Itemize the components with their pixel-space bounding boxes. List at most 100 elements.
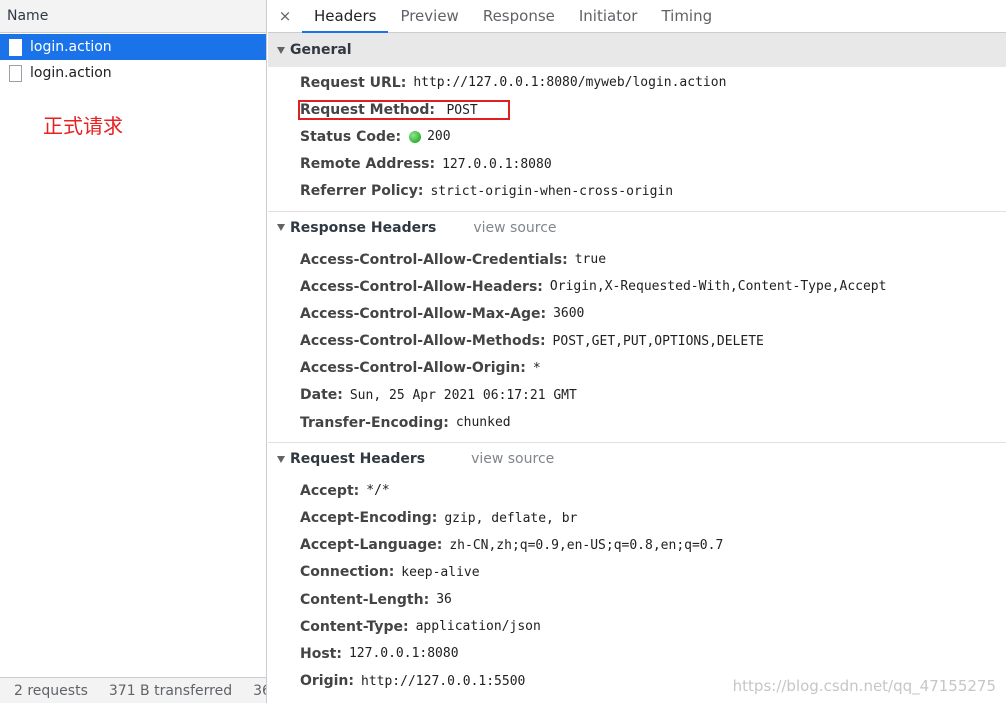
header-key: Connection: [300, 564, 395, 581]
header-value: 36 [436, 592, 452, 608]
header-row: Referrer Policy: strict-origin-when-cros… [300, 178, 1006, 205]
header-row: Host: 127.0.0.1:8080 [300, 640, 1006, 667]
header-row: Access-Control-Allow-Methods: POST,GET,PU… [300, 328, 1006, 355]
header-value: http://127.0.0.1:8080/myweb/login.action [413, 75, 727, 91]
header-value: gzip, deflate, br [444, 510, 578, 526]
header-value: POST,GET,PUT,OPTIONS,DELETE [552, 333, 764, 349]
response-headers-header[interactable]: Response Headers view source [268, 212, 1006, 244]
header-key: Accept: [300, 482, 360, 499]
name-column-header[interactable]: Name [0, 0, 266, 33]
request-details-panel: × Headers Preview Response Initiator Tim… [268, 0, 1006, 703]
header-row: Access-Control-Allow-Origin: * [300, 355, 1006, 382]
header-row: Status Code: 200 [300, 123, 1006, 150]
section-title: General [290, 42, 352, 58]
header-key: Request URL: [300, 74, 407, 91]
tab-initiator[interactable]: Initiator [567, 0, 650, 32]
request-name: login.action [30, 65, 112, 81]
request-name: login.action [30, 39, 112, 55]
transferred-size: 371 B transferred [108, 682, 233, 699]
header-value: chunked [455, 415, 511, 431]
response-headers-section: Response Headers view source Access-Cont… [268, 212, 1006, 444]
tab-headers[interactable]: Headers [302, 0, 389, 33]
header-row: Accept-Language: zh-CN,zh;q=0.9,en-US;q=0… [300, 532, 1006, 559]
document-icon [9, 64, 22, 82]
header-key: Request Method: [300, 101, 435, 118]
header-key: Accept-Encoding: [300, 510, 438, 527]
header-key: Access-Control-Allow-Headers: [300, 278, 543, 295]
section-title: Request Headers [290, 451, 426, 468]
triangle-down-icon [277, 455, 285, 463]
header-value: 127.0.0.1:8080 [442, 156, 552, 172]
header-row: Access-Control-Allow-Max-Age: 3600 [300, 300, 1006, 327]
status-bar: 2 requests 371 B transferred 36 [0, 677, 266, 703]
header-value: true [574, 252, 607, 268]
request-headers-section: Request Headers view source Accept: */* Ac… [268, 443, 1006, 701]
request-header-rows: Accept: */* Accept-Encoding: gzip, deflate,… [268, 475, 1006, 701]
header-key: Access-Control-Allow-Max-Age: [300, 305, 547, 322]
requests-count: 2 requests [14, 682, 88, 699]
header-value: strict-origin-when-cross-origin [430, 183, 674, 199]
header-key: Content-Type: [300, 618, 409, 635]
header-key: Content-Length: [300, 591, 430, 608]
header-row: Request Method: POST [298, 96, 1006, 123]
header-key: Origin: [300, 673, 354, 690]
general-section-header[interactable]: General [268, 33, 1006, 67]
header-row: Request URL: http://127.0.0.1:8080/myweb… [300, 69, 1006, 96]
header-value: 3600 [553, 306, 585, 322]
header-value: POST [446, 102, 478, 118]
header-key: Referrer Policy: [300, 183, 424, 200]
header-value: Origin,X-Requested-With,Content-Type,Acc… [549, 279, 887, 295]
triangle-down-icon [277, 224, 285, 232]
header-key: Host: [300, 645, 342, 662]
header-value: keep-alive [401, 564, 480, 580]
view-source-link[interactable]: view source [471, 451, 554, 467]
tab-preview[interactable]: Preview [388, 0, 470, 32]
header-row: Date: Sun, 25 Apr 2021 06:17:21 GMT [300, 382, 1006, 409]
header-key: Access-Control-Allow-Origin: [300, 360, 526, 377]
header-value: application/json [415, 619, 541, 635]
header-row: Access-Control-Allow-Headers: Origin,X-Re… [300, 273, 1006, 300]
triangle-down-icon [277, 46, 285, 54]
general-section: General Request URL: http://127.0.0.1:80… [268, 33, 1006, 212]
header-row: Remote Address: 127.0.0.1:8080 [300, 151, 1006, 178]
header-row: Content-Type: application/json [300, 613, 1006, 640]
request-row-login-action-2[interactable]: login.action [0, 60, 266, 86]
header-row: Accept: */* [300, 477, 1006, 504]
header-row: Connection: keep-alive [300, 559, 1006, 586]
watermark: https://blog.csdn.net/qq_47155275 [732, 677, 996, 695]
general-rows: Request URL: http://127.0.0.1:8080/myweb… [268, 67, 1006, 211]
header-value: */* [366, 483, 390, 499]
header-row: Content-Length: 36 [300, 586, 1006, 613]
document-icon [9, 38, 22, 56]
header-key: Access-Control-Allow-Methods: [300, 333, 546, 350]
annotation-label: 正式请求 [43, 114, 123, 138]
header-row: Transfer-Encoding: chunked [300, 409, 1006, 436]
section-title: Response Headers [290, 219, 437, 236]
header-key: Status Code: [300, 128, 402, 145]
header-key: Accept-Language: [300, 537, 443, 554]
header-value: zh-CN,zh;q=0.9,en-US;q=0.8,en;q=0.7 [449, 537, 724, 553]
header-key: Transfer-Encoding: [300, 414, 449, 431]
details-tabbar: × Headers Preview Response Initiator Tim… [268, 0, 1006, 33]
request-method-highlight: Request Method: POST [298, 99, 510, 120]
header-row: Access-Control-Allow-Credentials: true [300, 246, 1006, 273]
header-row: Accept-Encoding: gzip, deflate, br [300, 504, 1006, 531]
header-value: Sun, 25 Apr 2021 06:17:21 GMT [349, 387, 577, 403]
request-row-login-action-1[interactable]: login.action [0, 34, 266, 60]
close-icon[interactable]: × [268, 0, 302, 32]
header-key: Remote Address: [300, 156, 436, 173]
header-key: Date: [300, 387, 343, 404]
header-value: http://127.0.0.1:5500 [361, 673, 526, 689]
tab-response[interactable]: Response [471, 0, 567, 32]
request-list-panel: Name login.action login.action 正式请求 2 re… [0, 0, 267, 703]
status-ok-icon [409, 130, 422, 143]
resources-size: 36 [253, 682, 266, 699]
view-source-link[interactable]: view source [473, 220, 556, 236]
request-headers-header[interactable]: Request Headers view source [268, 443, 1006, 475]
header-key: Access-Control-Allow-Credentials: [300, 251, 568, 268]
response-header-rows: Access-Control-Allow-Credentials: true Acc… [268, 244, 1006, 442]
header-value: 200 [427, 129, 451, 145]
header-value: 127.0.0.1:8080 [348, 646, 459, 662]
header-value: * [532, 360, 541, 376]
tab-timing[interactable]: Timing [649, 0, 724, 32]
